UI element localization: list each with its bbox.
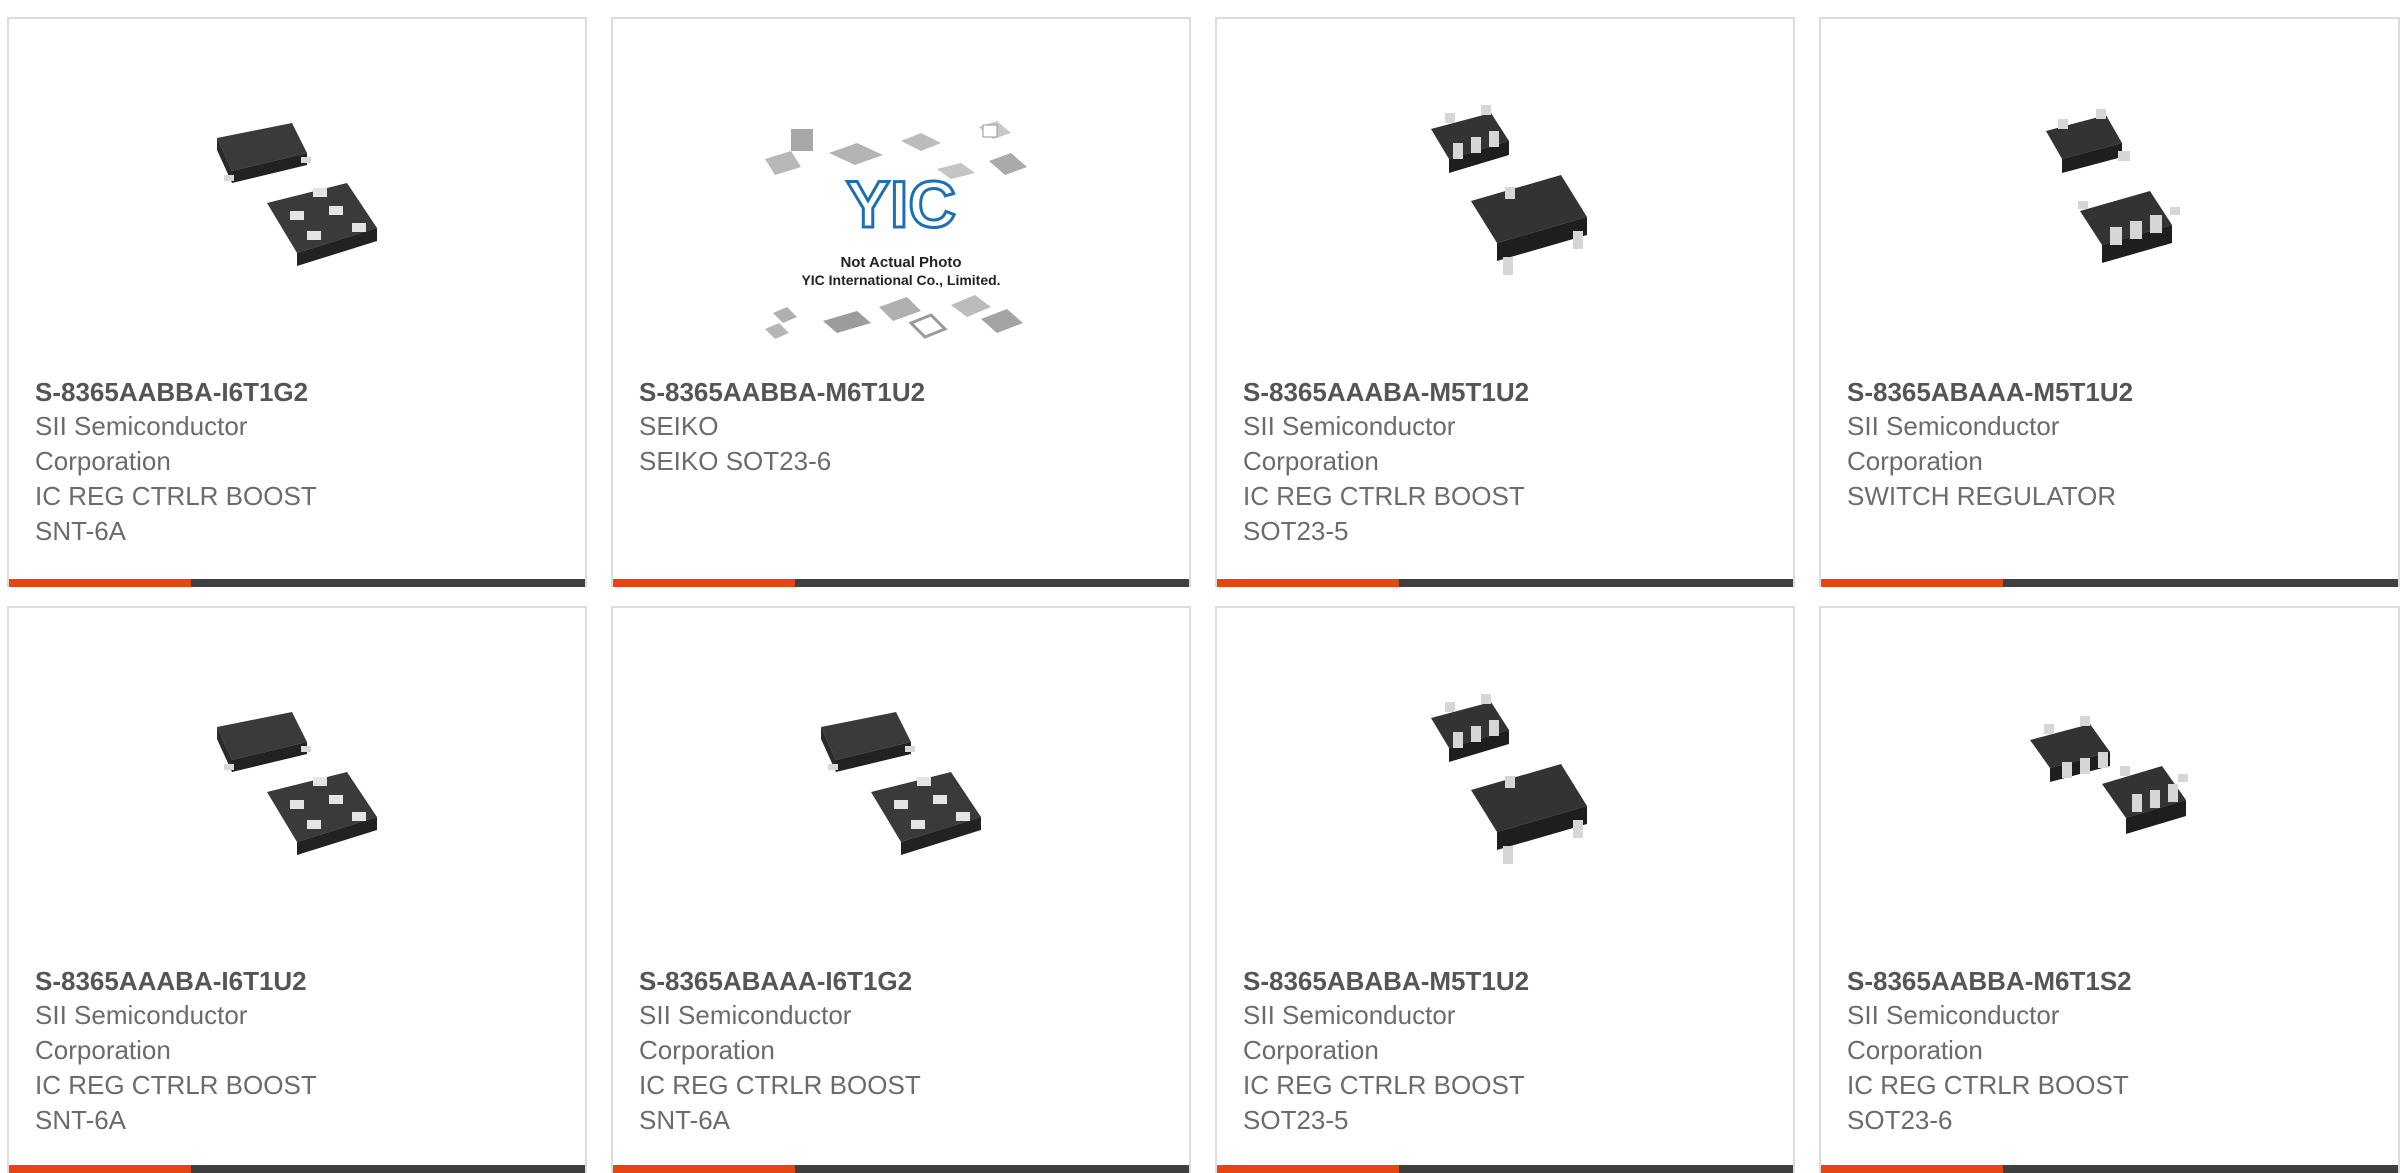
part-number-link[interactable]: S-8365ABABA-M5T1U2 — [1243, 964, 1583, 998]
part-number-link[interactable]: S-8365AABBA-M6T1S2 — [1847, 964, 2187, 998]
snt-6a-package-icon — [801, 672, 1001, 872]
sot23-6-package-icon — [2010, 680, 2210, 880]
part-number-link[interactable]: S-8365ABAAA-I6T1G2 — [639, 964, 979, 998]
not-actual-photo-placeholder-icon: YIC Not Actual Photo YIC International C… — [761, 107, 1041, 347]
product-card[interactable]: S-8365ABAAA-M5T1U2 SII Semiconductor Cor… — [1819, 17, 2400, 587]
yic-logo: YIC — [846, 167, 956, 241]
product-grid: S-8365AABBA-I6T1G2 SII Semiconductor Cor… — [0, 0, 2400, 1173]
card-accent-bar — [9, 1165, 191, 1173]
product-card[interactable]: YIC Not Actual Photo YIC International C… — [611, 17, 1191, 587]
snt-6a-package-icon — [197, 83, 397, 283]
manufacturer-name: SII Semiconductor Corporation — [1847, 1000, 2060, 1065]
card-bottom-bar — [1217, 1165, 1793, 1173]
card-accent-bar — [613, 1165, 795, 1173]
product-info: S-8365AABBA-M6T1S2 SII Semiconductor Cor… — [1847, 964, 2187, 1138]
product-card[interactable]: S-8365AAABA-I6T1U2 SII Semiconductor Cor… — [7, 606, 587, 1173]
card-accent-bar — [9, 579, 191, 587]
card-bottom-bar — [613, 1165, 1189, 1173]
manufacturer-name: SII Semiconductor Corporation — [639, 1000, 852, 1065]
product-description: IC REG CTRLR BOOST SNT-6A — [639, 1070, 921, 1135]
product-card[interactable]: S-8365ABAAA-I6T1G2 SII Semiconductor Cor… — [611, 606, 1191, 1173]
card-accent-bar — [1821, 579, 2003, 587]
product-description: SWITCH REGULATOR — [1847, 481, 2117, 511]
part-number-link[interactable]: S-8365AAABA-M5T1U2 — [1243, 375, 1583, 409]
placeholder-company: YIC International Co., Limited. — [801, 272, 1000, 288]
product-card[interactable]: S-8365AABBA-I6T1G2 SII Semiconductor Cor… — [7, 17, 587, 587]
product-info: S-8365ABAAA-M5T1U2 SII Semiconductor Cor… — [1847, 375, 2187, 514]
product-info: S-8365ABAAA-I6T1G2 SII Semiconductor Cor… — [639, 964, 979, 1138]
part-number-link[interactable]: S-8365ABAAA-M5T1U2 — [1847, 375, 2187, 409]
product-info: S-8365AABBA-M6T1U2 SEIKO SEIKO SOT23-6 — [639, 375, 979, 479]
manufacturer-name: SII Semiconductor Corporation — [1243, 411, 1456, 476]
manufacturer-name: SII Semiconductor Corporation — [35, 411, 248, 476]
manufacturer-name: SII Semiconductor Corporation — [1847, 411, 2060, 476]
snt-6a-package-icon — [197, 672, 397, 872]
card-bottom-bar — [1821, 579, 2398, 587]
product-description: IC REG CTRLR BOOST SOT23-6 — [1847, 1070, 2129, 1135]
product-info: S-8365AABBA-I6T1G2 SII Semiconductor Cor… — [35, 375, 375, 549]
part-number-link[interactable]: S-8365AABBA-I6T1G2 — [35, 375, 375, 409]
product-description: SEIKO SOT23-6 — [639, 446, 832, 476]
card-bottom-bar — [613, 579, 1189, 587]
manufacturer-name: SII Semiconductor Corporation — [35, 1000, 248, 1065]
card-accent-bar — [613, 579, 795, 587]
card-bottom-bar — [1821, 1165, 2398, 1173]
product-description: IC REG CTRLR BOOST SOT23-5 — [1243, 1070, 1525, 1135]
card-accent-bar — [1821, 1165, 2003, 1173]
manufacturer-name: SEIKO — [639, 411, 719, 441]
product-description: IC REG CTRLR BOOST SNT-6A — [35, 1070, 317, 1135]
card-bottom-bar — [9, 579, 585, 587]
sot23-5-package-icon — [1405, 91, 1605, 291]
sot23-5-package-icon — [1405, 680, 1605, 880]
placeholder-caption: Not Actual Photo — [840, 254, 961, 271]
product-description: IC REG CTRLR BOOST SOT23-5 — [1243, 481, 1525, 546]
card-bottom-bar — [1217, 579, 1793, 587]
product-info: S-8365AAABA-M5T1U2 SII Semiconductor Cor… — [1243, 375, 1583, 549]
card-accent-bar — [1217, 579, 1399, 587]
manufacturer-name: SII Semiconductor Corporation — [1243, 1000, 1456, 1065]
sot23-5-package-icon — [2010, 91, 2210, 291]
part-number-link[interactable]: S-8365AAABA-I6T1U2 — [35, 964, 375, 998]
part-number-link[interactable]: S-8365AABBA-M6T1U2 — [639, 375, 979, 409]
product-card[interactable]: S-8365AAABA-M5T1U2 SII Semiconductor Cor… — [1215, 17, 1795, 587]
product-info: S-8365AAABA-I6T1U2 SII Semiconductor Cor… — [35, 964, 375, 1138]
card-accent-bar — [1217, 1165, 1399, 1173]
product-description: IC REG CTRLR BOOST SNT-6A — [35, 481, 317, 546]
product-card[interactable]: S-8365AABBA-M6T1S2 SII Semiconductor Cor… — [1819, 606, 2400, 1173]
card-bottom-bar — [9, 1165, 585, 1173]
product-card[interactable]: S-8365ABABA-M5T1U2 SII Semiconductor Cor… — [1215, 606, 1795, 1173]
product-info: S-8365ABABA-M5T1U2 SII Semiconductor Cor… — [1243, 964, 1583, 1138]
